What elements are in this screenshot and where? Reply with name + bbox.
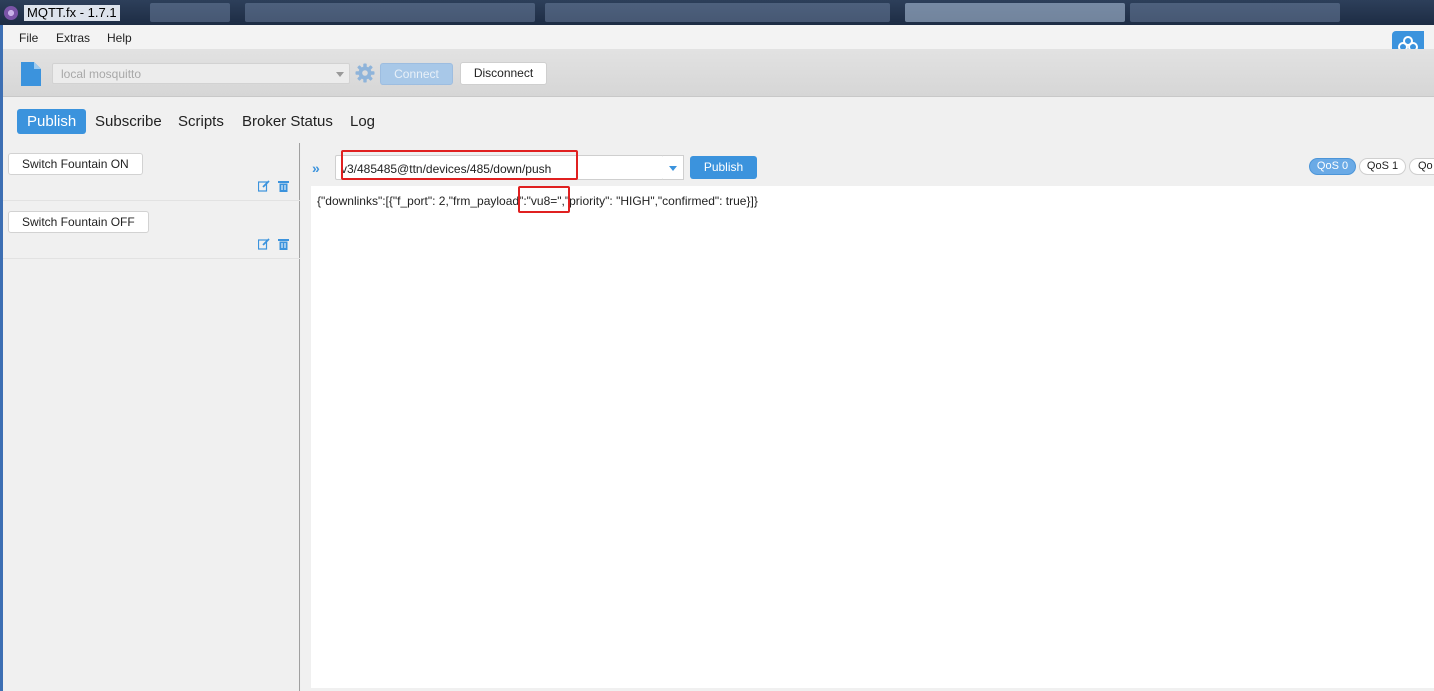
script-list: Switch Fountain ON Switch Fountain OFF <box>3 143 300 691</box>
menu-help[interactable]: Help <box>107 31 132 45</box>
app-icon <box>4 6 18 20</box>
background-window-tab <box>905 3 1125 22</box>
row-actions <box>258 238 289 250</box>
publish-button[interactable]: Publish <box>690 156 757 179</box>
payload-highlight-box <box>518 186 570 213</box>
trash-icon[interactable] <box>278 238 289 250</box>
app-window: File Extras Help local mosquitto Connect… <box>3 25 1434 691</box>
disconnect-button[interactable]: Disconnect <box>460 62 547 85</box>
profile-select[interactable]: local mosquitto <box>52 63 350 84</box>
window-title: MQTT.fx - 1.7.1 <box>24 5 120 21</box>
chevron-down-icon <box>336 72 344 77</box>
topic-highlight-box <box>341 150 578 180</box>
row-actions <box>258 180 289 192</box>
profile-select-value: local mosquitto <box>61 67 142 81</box>
edit-icon[interactable] <box>258 238 270 250</box>
publish-panel: » v3/485485@ttn/devices/485/down/push Pu… <box>301 143 1434 691</box>
tab-publish[interactable]: Publish <box>17 109 87 134</box>
tab-scripts[interactable]: Scripts <box>168 109 234 134</box>
tab-subscribe[interactable]: Subscribe <box>85 109 172 134</box>
tab-bar: Publish Subscribe Scripts Broker Status … <box>3 97 1434 143</box>
tab-broker-status[interactable]: Broker Status <box>232 109 343 134</box>
qos-2-toggle[interactable]: Qo <box>1409 158 1434 175</box>
trash-icon[interactable] <box>278 180 289 192</box>
qos-0-toggle[interactable]: QoS 0 <box>1309 158 1356 175</box>
chevron-down-icon <box>669 166 677 171</box>
title-bar: MQTT.fx - 1.7.1 <box>0 0 1434 25</box>
script-button-fountain-on[interactable]: Switch Fountain ON <box>8 153 143 175</box>
connect-button[interactable]: Connect <box>380 63 453 85</box>
topic-history-dropdown[interactable] <box>663 155 684 180</box>
background-window-tab <box>1130 3 1340 22</box>
list-item: Switch Fountain OFF <box>3 201 300 259</box>
qos-1-toggle[interactable]: QoS 1 <box>1359 158 1406 175</box>
script-button-fountain-off[interactable]: Switch Fountain OFF <box>8 211 149 233</box>
tab-log[interactable]: Log <box>340 109 385 134</box>
menu-extras[interactable]: Extras <box>56 31 90 45</box>
edit-icon[interactable] <box>258 180 270 192</box>
background-window-tab <box>545 3 890 22</box>
double-chevron-right-icon[interactable]: » <box>312 160 320 176</box>
menu-bar: File Extras Help <box>3 25 1434 49</box>
background-window-tab <box>245 3 535 22</box>
menu-file[interactable]: File <box>19 31 38 45</box>
list-item: Switch Fountain ON <box>3 143 300 201</box>
gear-icon[interactable] <box>355 63 375 83</box>
connection-toolbar: local mosquitto Connect Disconnect <box>3 49 1434 97</box>
payload-editor[interactable]: {"downlinks":[{"f_port": 2,"frm_payload"… <box>311 186 1434 688</box>
file-icon[interactable] <box>21 62 41 86</box>
background-window-tab <box>150 3 230 22</box>
